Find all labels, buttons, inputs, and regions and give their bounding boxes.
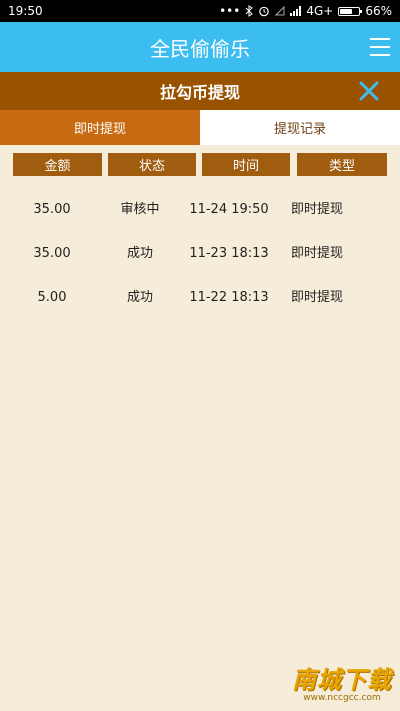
table-row: 5.00 成功 11-22 18:13 即时提现 bbox=[0, 276, 400, 320]
header-amount: 金额 bbox=[13, 153, 102, 176]
no-signal-icon bbox=[275, 6, 285, 16]
cell-type: 即时提现 bbox=[290, 202, 343, 217]
header-time: 时间 bbox=[202, 153, 290, 176]
bluetooth-icon bbox=[245, 5, 254, 17]
battery-icon bbox=[338, 6, 363, 16]
cell-amount: 35.00 bbox=[33, 246, 71, 261]
cell-status: 审核中 bbox=[120, 202, 160, 217]
tab-bar: 即时提现 提现记录 bbox=[0, 110, 400, 145]
cell-status: 成功 bbox=[126, 290, 153, 305]
status-icons: ••• 4G+ 66% bbox=[219, 4, 392, 18]
status-dots: ••• bbox=[219, 4, 241, 18]
alarm-icon bbox=[259, 6, 270, 17]
cell-type: 即时提现 bbox=[290, 246, 343, 261]
table-row: 35.00 审核中 11-24 19:50 即时提现 bbox=[0, 188, 400, 232]
cell-status: 成功 bbox=[126, 246, 153, 261]
cell-amount: 35.00 bbox=[33, 202, 71, 217]
tab-instant-withdraw[interactable]: 即时提现 bbox=[0, 110, 200, 145]
menu-icon[interactable] bbox=[370, 38, 390, 56]
watermark-logo: 南城下载 www.nccgcc.com bbox=[292, 660, 392, 703]
header-status: 状态 bbox=[108, 153, 196, 176]
app-title: 全民偷偷乐 bbox=[150, 36, 250, 61]
watermark-text: 南城下载 bbox=[292, 666, 392, 694]
status-time: 19:50 bbox=[8, 4, 43, 18]
app-bar: 全民偷偷乐 bbox=[0, 22, 400, 72]
network-type: 4G+ bbox=[306, 4, 334, 18]
status-bar: 19:50 ••• 4G+ 66% bbox=[0, 0, 400, 22]
header-type: 类型 bbox=[297, 153, 387, 176]
dialog-title: 拉勾币提现 bbox=[159, 83, 240, 102]
table-row: 35.00 成功 11-23 18:13 即时提现 bbox=[0, 232, 400, 276]
cell-time: 11-22 18:13 bbox=[189, 290, 269, 305]
cell-type: 即时提现 bbox=[290, 290, 343, 305]
tab-withdraw-records[interactable]: 提现记录 bbox=[200, 110, 400, 145]
watermark-url: www.nccgcc.com bbox=[303, 693, 381, 703]
cell-amount: 5.00 bbox=[37, 290, 67, 305]
cell-time: 11-23 18:13 bbox=[189, 246, 269, 261]
cell-time: 11-24 19:50 bbox=[189, 202, 269, 217]
close-icon[interactable] bbox=[358, 80, 380, 102]
dialog-header: 拉勾币提现 bbox=[0, 72, 400, 110]
signal-icon bbox=[290, 6, 302, 16]
record-list: 35.00 审核中 11-24 19:50 即时提现 35.00 成功 11-2… bbox=[0, 188, 400, 320]
battery-percent: 66% bbox=[365, 4, 392, 18]
